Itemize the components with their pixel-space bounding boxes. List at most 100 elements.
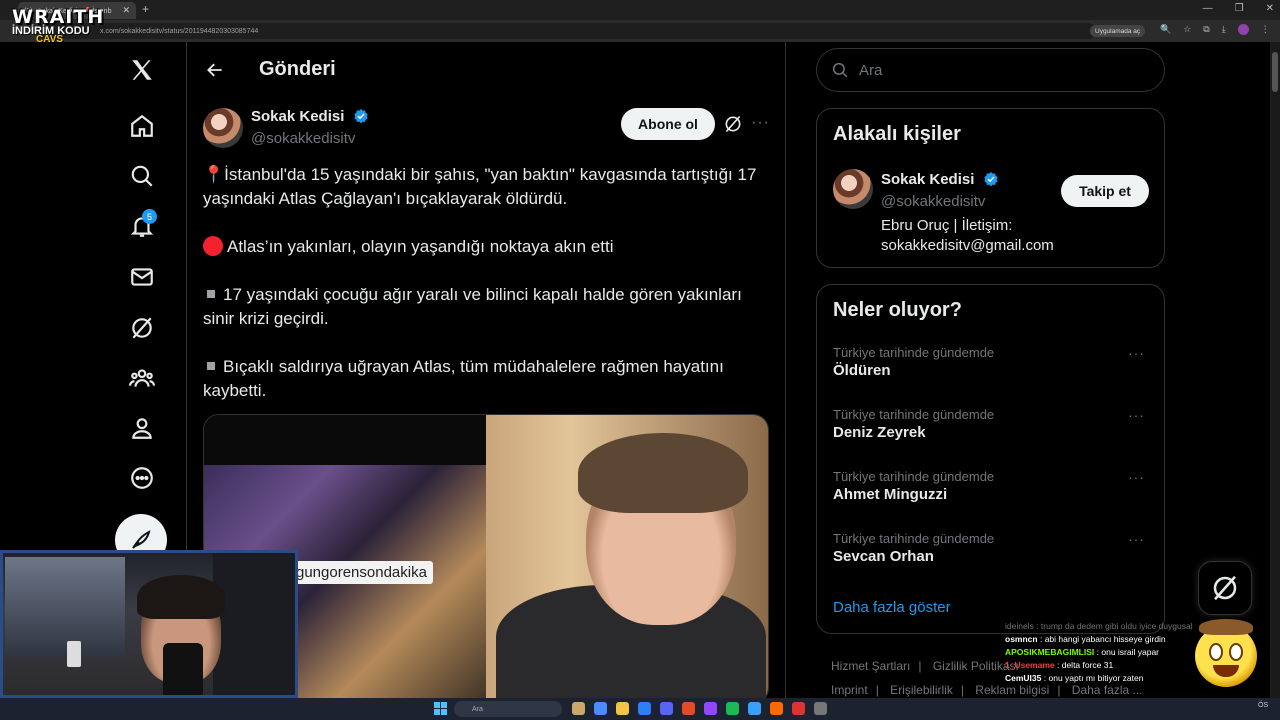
webcam-microphone (163, 643, 203, 695)
footer-link[interactable]: Erişilebilirlik (890, 683, 953, 697)
grok-icon (1213, 575, 1237, 601)
related-name[interactable]: Sokak Kedisi (881, 171, 974, 188)
taskbar-app-icon[interactable] (792, 702, 805, 715)
profile-avatar[interactable] (1237, 24, 1249, 35)
trend-name: Deniz Zeyrek (833, 424, 926, 441)
chat-user: APOSIKMEBAGIMLISI (1005, 647, 1095, 657)
url-field[interactable]: x.com/sokakkedisitv/status/2011944820303… (36, 23, 1096, 39)
spotify-icon[interactable] (726, 702, 739, 715)
pin-emoji-icon: 📍 (203, 165, 225, 184)
communities-icon[interactable] (128, 364, 156, 392)
browser-menu-icon[interactable]: ⋮ (1261, 24, 1270, 35)
tab-close-icon[interactable]: ✕ (122, 5, 130, 16)
grok-explain-icon[interactable] (723, 114, 743, 139)
open-in-app-chip[interactable]: Uygulamada aç (1090, 25, 1146, 37)
related-avatar[interactable] (833, 169, 873, 209)
taskbar-app-icon[interactable] (748, 702, 761, 715)
subscribe-button[interactable]: Abone ol (621, 108, 715, 140)
author-handle[interactable]: @sokakkedisitv (251, 130, 355, 147)
home-icon[interactable] (128, 112, 156, 140)
profile-icon[interactable] (128, 414, 156, 442)
trend-more-icon[interactable]: ··· (1128, 531, 1145, 547)
laughing-emoji-sticker (1195, 619, 1257, 687)
trend-more-icon[interactable]: ··· (1128, 407, 1145, 423)
post-text-3: 17 yaşındaki çocuğu ağır yaralı ve bilin… (203, 285, 742, 328)
post-paragraph-2: Atlas’ın yakınları, olayın yaşandığı nok… (203, 235, 773, 259)
taskbar-app-icon[interactable] (770, 702, 783, 715)
related-bio-line-2: sokakkedisitv@gmail.com (881, 237, 1054, 254)
taskbar-app-icon[interactable] (572, 702, 585, 715)
post-more-icon[interactable]: ··· (751, 114, 770, 132)
post-body: 📍İstanbul'da 15 yaşındaki bir şahıs, "ya… (203, 163, 773, 427)
zoom-icon[interactable]: 🔍 (1160, 24, 1171, 35)
author-name-row[interactable]: Sokak Kedisi (251, 108, 369, 125)
trend-more-icon[interactable]: ··· (1128, 345, 1145, 361)
post-text-2: Atlas’ın yakınları, olayın yaşandığı nok… (227, 237, 614, 256)
messages-envelope-icon[interactable] (128, 263, 156, 291)
more-options-icon[interactable] (128, 464, 156, 492)
chrome-icon[interactable] (594, 702, 607, 715)
taskbar-app-icon[interactable] (814, 702, 827, 715)
trend-item[interactable]: Türkiye tarihinde gündemde Sevcan Orhan … (833, 531, 1153, 565)
show-more-link[interactable]: Daha fazla göster (833, 599, 951, 616)
windows-taskbar: Ara ÖS (0, 698, 1280, 720)
minimize-button[interactable]: — (1203, 3, 1213, 14)
trend-item[interactable]: Türkiye tarihinde gündemde Öldüren ··· (833, 345, 1153, 379)
taskbar-app-icon[interactable] (704, 702, 717, 715)
page-scrollbar[interactable] (1270, 42, 1280, 700)
taskbar-app-icon[interactable] (638, 702, 651, 715)
post-paragraph-4: Bıçaklı saldırıya uğrayan Atlas, tüm müd… (203, 355, 773, 403)
author-avatar[interactable] (203, 108, 243, 148)
address-bar-icons: 🔍 ☆ ⧉ ⤓ ⋮ (1160, 24, 1270, 35)
browser-tab-bar: (3) "Sokak Kedisi - 📍İstanb ✕ + — ❐ ✕ (0, 0, 1280, 20)
back-arrow-icon[interactable] (205, 60, 225, 85)
chat-text: : onu yaptı mı bitiyor zaten (1043, 673, 1144, 683)
webcam-cup (67, 641, 81, 667)
trend-item[interactable]: Türkiye tarihinde gündemde Ahmet Minguzz… (833, 469, 1153, 503)
bookmark-star-icon[interactable]: ☆ (1183, 24, 1191, 35)
emoji-eye (1209, 643, 1223, 661)
trend-name: Öldüren (833, 362, 891, 379)
post-paragraph-3: 17 yaşındaki çocuğu ağır yaralı ve bilin… (203, 283, 773, 331)
grok-icon[interactable] (128, 314, 156, 342)
scrollbar-thumb[interactable] (1272, 52, 1278, 92)
footer-link[interactable]: Reklam bilgisi (975, 683, 1049, 697)
x-logo-icon[interactable] (128, 56, 156, 84)
footer-link[interactable]: Daha fazla ... (1072, 683, 1143, 697)
footer-link[interactable]: Hizmet Şartları (831, 659, 910, 673)
trend-item[interactable]: Türkiye tarihinde gündemde Deniz Zeyrek … (833, 407, 1153, 441)
trend-name: Ahmet Minguzzi (833, 486, 948, 503)
media-portrait-photo[interactable] (486, 415, 768, 703)
chat-user: CemUI35 (1005, 673, 1042, 683)
file-explorer-icon[interactable] (616, 702, 629, 715)
related-name-row[interactable]: Sokak Kedisi (881, 171, 999, 188)
search-placeholder: Ara (859, 61, 883, 79)
related-bio-line-1: Ebru Oruç | İletişim: (881, 217, 1013, 234)
emoji-eye (1229, 643, 1243, 661)
trend-more-icon[interactable]: ··· (1128, 469, 1145, 485)
taskbar-clock[interactable]: ÖS (1258, 702, 1268, 709)
small-square-icon (207, 290, 215, 298)
trends-card: Neler oluyor? Türkiye tarihinde gündemde… (816, 284, 1165, 634)
new-tab-button[interactable]: + (142, 2, 149, 16)
extensions-icon[interactable]: ⧉ (1203, 24, 1209, 35)
download-icon[interactable]: ⤓ (1222, 24, 1226, 35)
windows-start-icon[interactable] (434, 702, 447, 715)
search-input[interactable]: Ara (816, 48, 1165, 92)
follow-button[interactable]: Takip et (1061, 175, 1149, 207)
maximize-button[interactable]: ❐ (1235, 3, 1244, 14)
taskbar-search[interactable]: Ara (454, 701, 562, 717)
related-handle[interactable]: @sokakkedisitv (881, 193, 985, 210)
explore-search-icon[interactable] (128, 162, 156, 190)
small-square-icon (207, 362, 215, 370)
taskbar-app-icon[interactable] (682, 702, 695, 715)
close-window-button[interactable]: ✕ (1266, 3, 1274, 14)
post-text-4: Bıçaklı saldırıya uğrayan Atlas, tüm müd… (203, 357, 724, 400)
window-controls: — ❐ ✕ (1203, 3, 1274, 14)
chat-user: ideinels (1005, 621, 1034, 631)
author-name[interactable]: Sokak Kedisi (251, 108, 344, 125)
chat-text: : abi hangi yabancı hisseye girdin (1039, 634, 1166, 644)
discord-icon[interactable] (660, 702, 673, 715)
grok-floating-button[interactable] (1198, 561, 1252, 615)
footer-link[interactable]: Imprint (831, 683, 868, 697)
